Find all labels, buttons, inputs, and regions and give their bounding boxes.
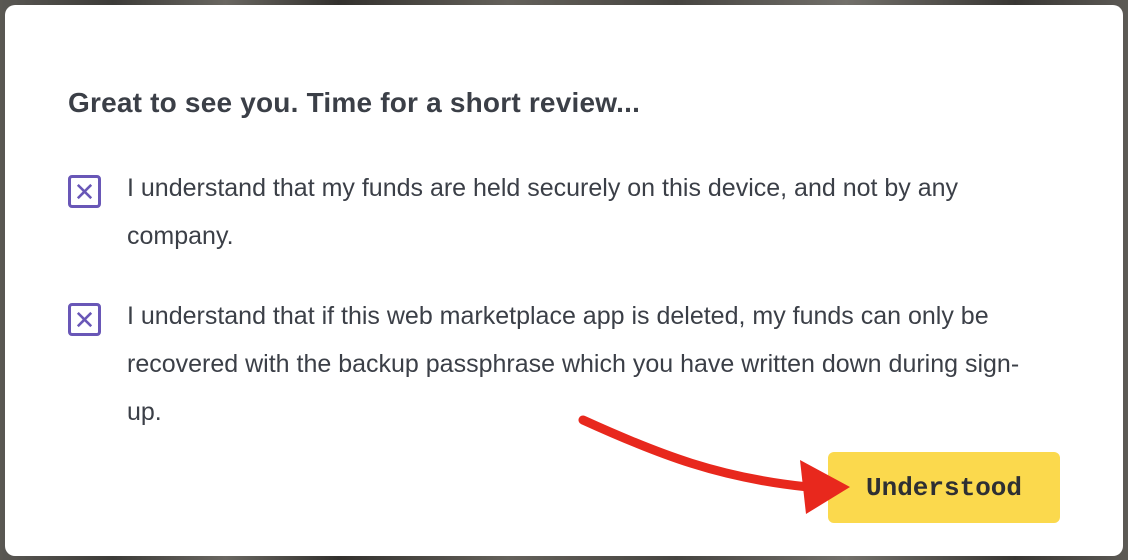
checkbox-funds-on-device[interactable]: ✕	[68, 175, 101, 208]
review-dialog: Great to see you. Time for a short revie…	[5, 5, 1123, 556]
x-mark-icon: ✕	[73, 176, 96, 207]
understood-button[interactable]: Understood	[828, 452, 1060, 523]
acknowledgement-item-backup-passphrase: ✕ I understand that if this web marketpl…	[68, 298, 1047, 436]
acknowledgement-text: I understand that if this web marketplac…	[127, 302, 1020, 426]
x-mark-icon: ✕	[73, 304, 96, 335]
dialog-title: Great to see you. Time for a short revie…	[68, 87, 641, 118]
acknowledgement-text: I understand that my funds are held secu…	[127, 174, 959, 250]
acknowledgement-item-funds-on-device: ✕ I understand that my funds are held se…	[68, 170, 1047, 260]
checkbox-backup-passphrase[interactable]: ✕	[68, 303, 101, 336]
